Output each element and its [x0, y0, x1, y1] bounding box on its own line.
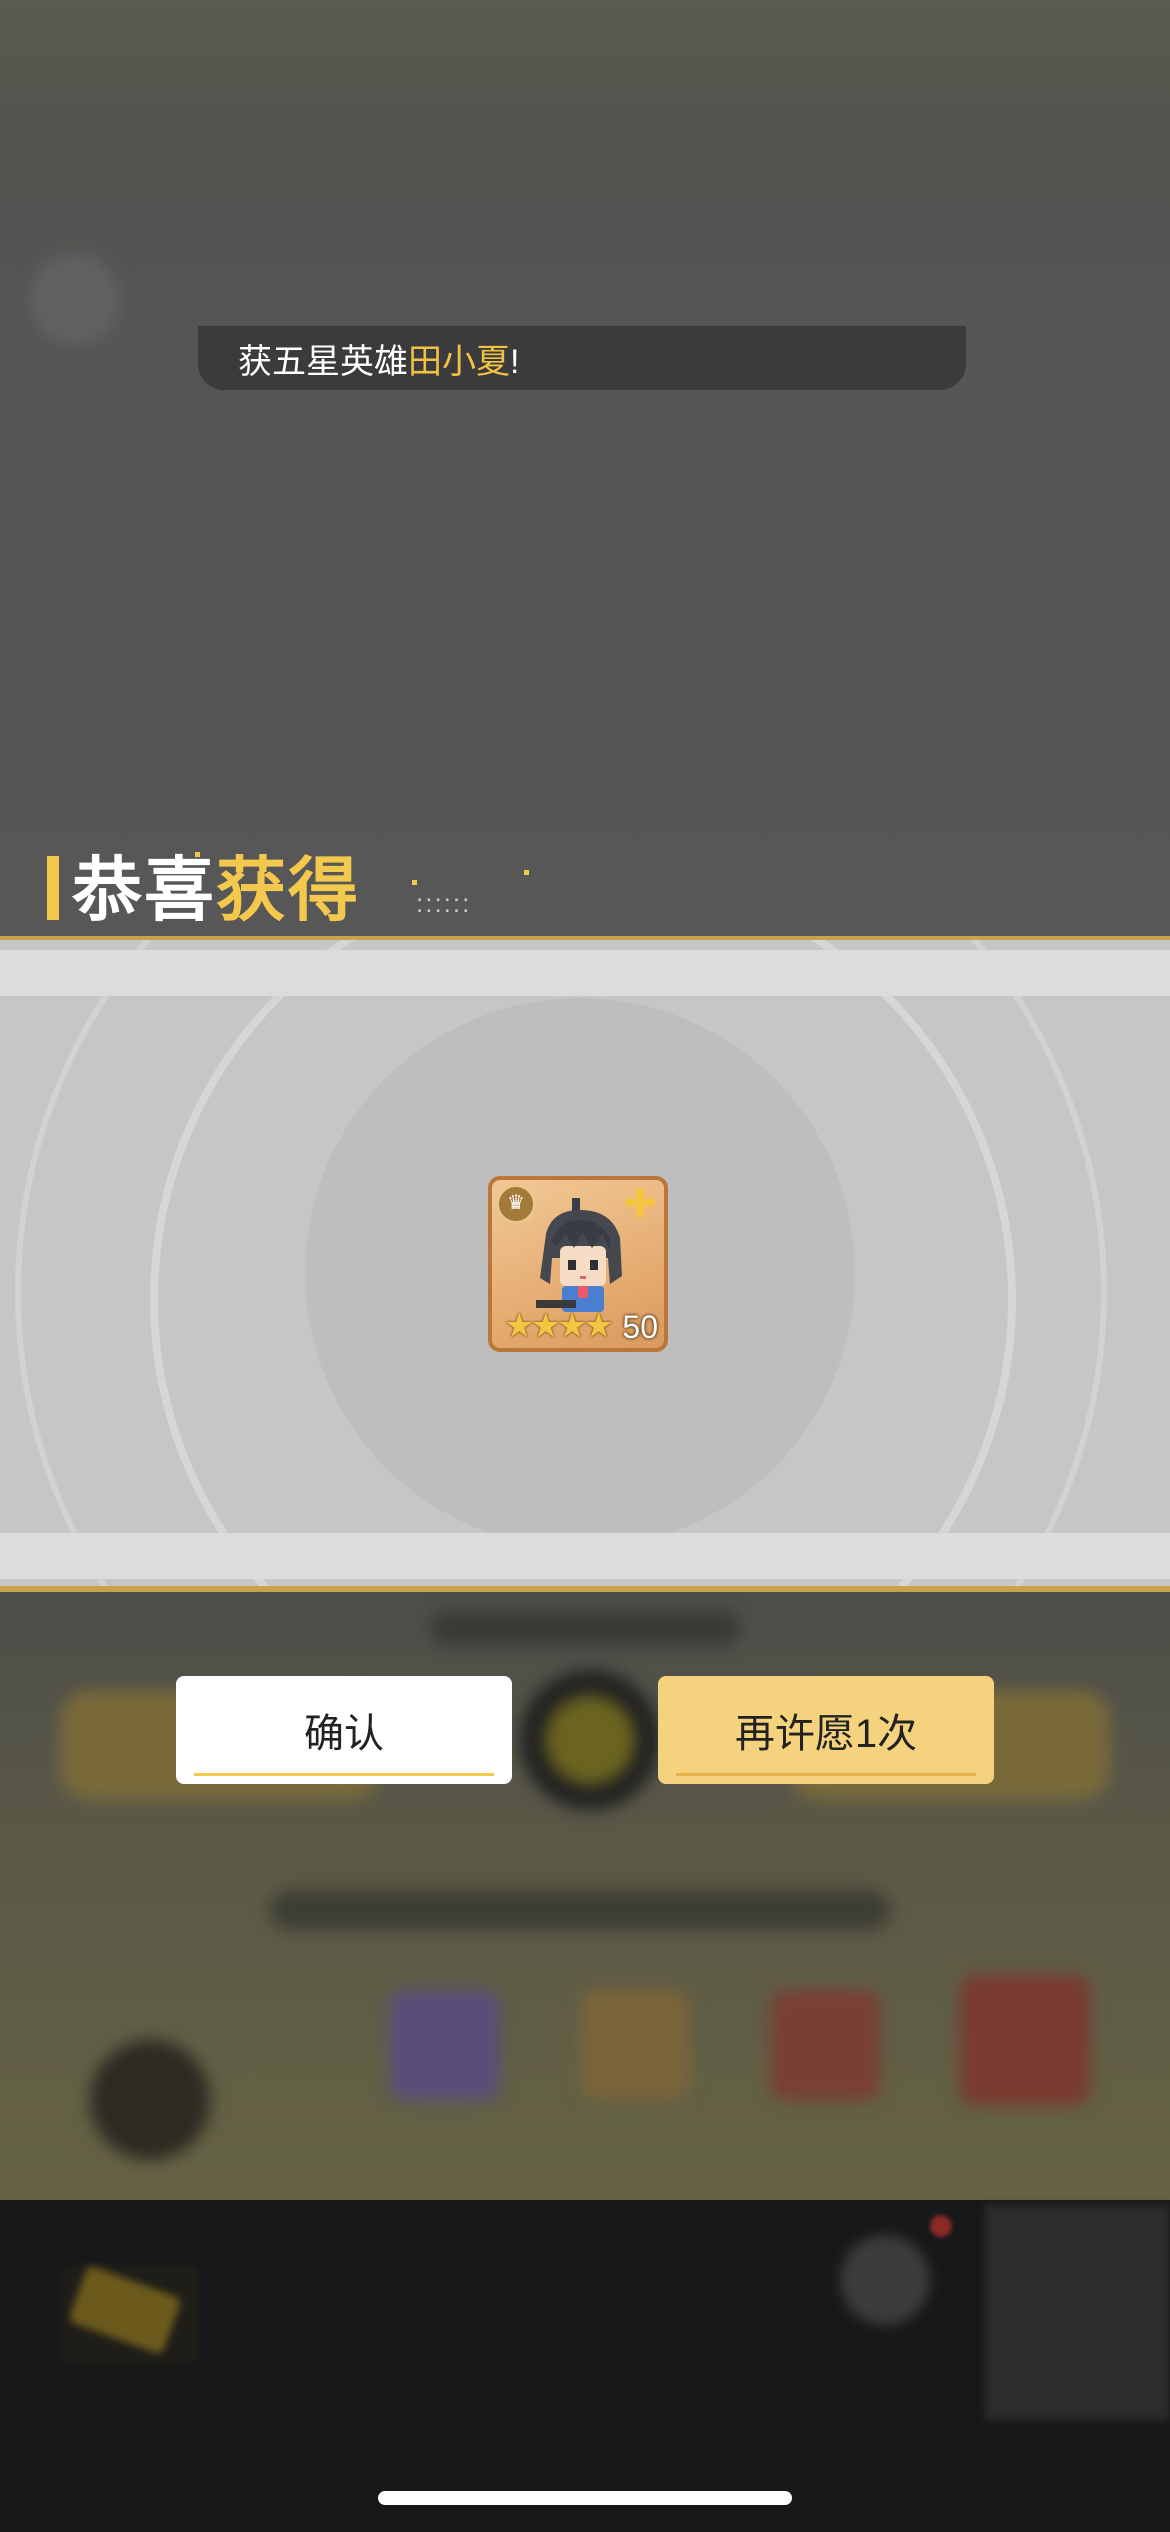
- notification-dot-blur: [930, 2215, 952, 2237]
- background-top: [0, 0, 1170, 940]
- background-icon-blur: [580, 1990, 690, 2100]
- background-avatar-blur: [90, 2040, 210, 2160]
- bottom-nav-icon-blur: [840, 2235, 930, 2325]
- panel-top-border: [0, 936, 1170, 940]
- toast-prefix: 获五星英雄: [238, 342, 408, 381]
- panel-bottom-strip: [0, 1533, 1170, 1579]
- puzzle-piece-icon: ✚: [623, 1182, 657, 1226]
- home-indicator[interactable]: [378, 2491, 792, 2505]
- toast-text: 获五星英雄田小夏!: [238, 334, 519, 383]
- title-part2: 获得: [216, 851, 360, 929]
- sparkle-icon: [524, 870, 529, 875]
- hero-obtained-toast: 获五星英雄田小夏!: [198, 326, 966, 390]
- confirm-button-label: 确认: [304, 1712, 384, 1756]
- wish-again-button-label: 再许愿1次: [734, 1712, 918, 1756]
- title-dots: ::::::: [416, 888, 472, 918]
- background-text-blur: [430, 1610, 740, 1646]
- background-avatar-blur: [30, 255, 120, 345]
- crown-badge-icon: ♛: [496, 1184, 536, 1224]
- star-rating: ★★★★: [504, 1307, 614, 1345]
- panel-top-strip: [0, 950, 1170, 996]
- confirm-button[interactable]: 确认: [176, 1676, 512, 1784]
- wish-again-button[interactable]: 再许愿1次: [658, 1676, 994, 1784]
- title-part1: 恭喜: [72, 851, 216, 929]
- title-accent-bar: [47, 856, 59, 920]
- background-icon-blur: [770, 1990, 880, 2100]
- rewards-title: 恭喜获得 ::::::: [0, 850, 1170, 934]
- panel-bottom-border: [0, 1586, 1170, 1592]
- background-center-inner-blur: [545, 1695, 635, 1785]
- button-underline: [194, 1773, 494, 1776]
- background-bar-blur: [270, 1890, 890, 1930]
- hero-reward-card[interactable]: ♛ ✚ ★★★★ 50: [488, 1176, 668, 1352]
- sparkle-icon: [412, 880, 417, 885]
- background-icon-blur: [390, 1990, 500, 2100]
- bottom-nav-card-blur: [985, 2205, 1170, 2420]
- background-icon-blur: [960, 1975, 1090, 2105]
- title-text: 恭喜获得: [72, 850, 360, 930]
- hero-level: 50: [622, 1309, 658, 1345]
- sparkle-icon: [195, 852, 200, 857]
- button-underline: [676, 1773, 976, 1776]
- toast-suffix: !: [510, 342, 520, 381]
- toast-hero-name: 田小夏: [408, 342, 510, 381]
